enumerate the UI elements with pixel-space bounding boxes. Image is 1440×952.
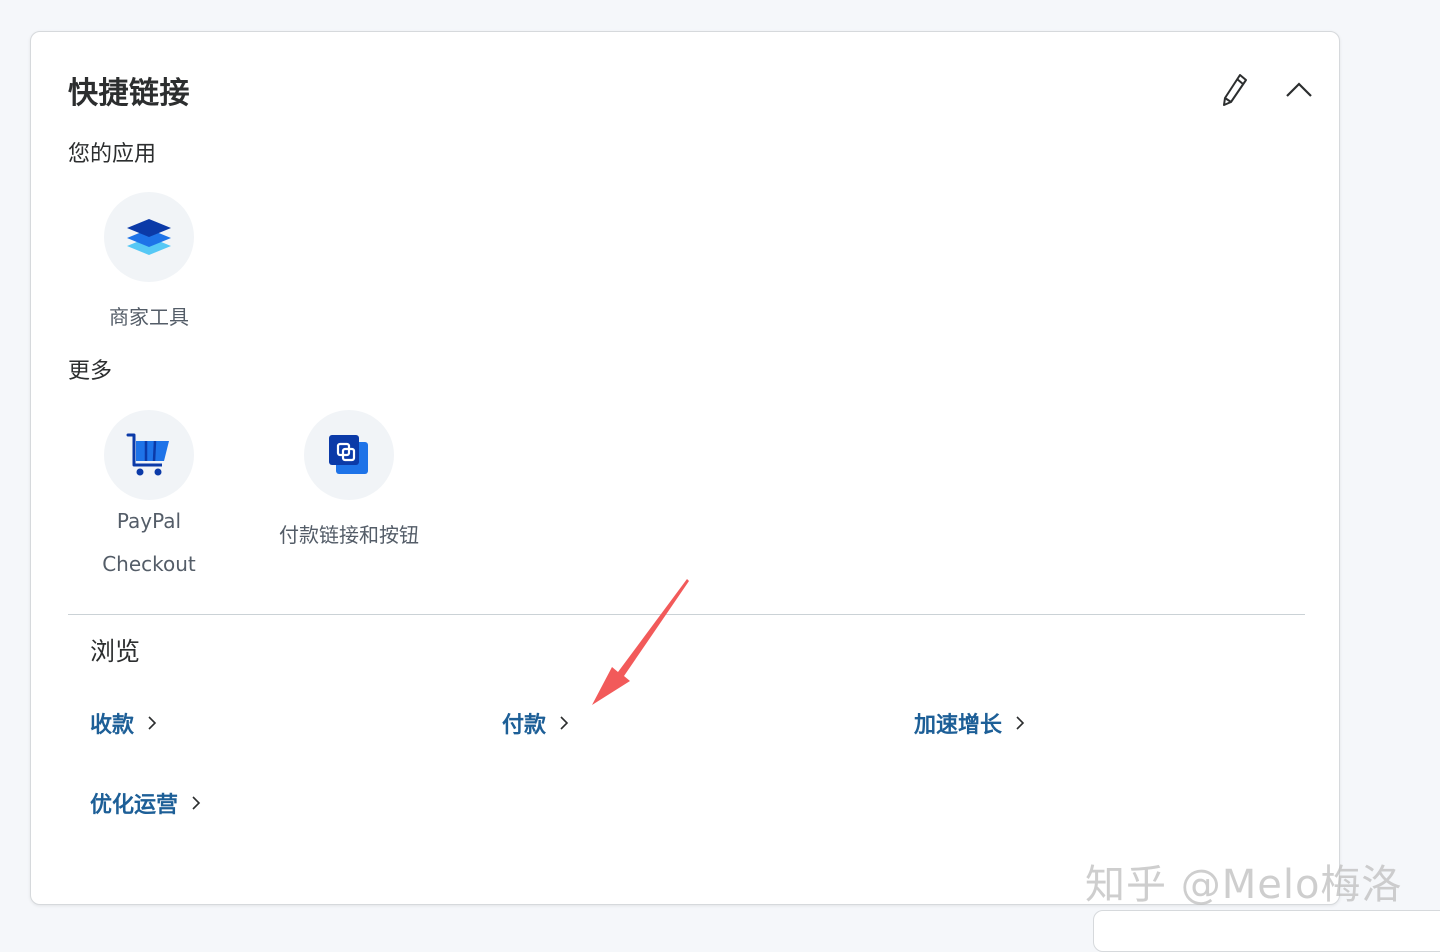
browse-label: 浏览 [90,637,141,666]
app-icon-circle [304,410,394,500]
app-label: 商家工具 [109,305,189,329]
browse-link-make-payments[interactable]: 付款 [502,707,570,739]
layers-icon [127,219,171,255]
app-label: PayPal Checkout [102,500,196,586]
browse-link-optimize-operations[interactable]: 优化运营 [90,787,202,819]
browse-link-label: 加速增长 [914,713,1003,738]
app-icon-circle [104,410,194,500]
link-buttons-icon [329,435,368,474]
browse-link-label: 优化运营 [90,793,179,818]
browse-link-label: 付款 [502,713,547,738]
app-paypal-checkout[interactable]: PayPal Checkout [49,410,249,586]
collapse-button[interactable] [1283,72,1315,108]
app-payment-links-buttons[interactable]: 付款链接和按钮 [249,410,449,557]
section-divider [68,614,1305,615]
watermark: 知乎 @Melo梅洛 [1085,862,1403,908]
card-header-actions [1219,72,1315,108]
app-label-line1: PayPal [116,509,182,533]
app-label: 付款链接和按钮 [279,523,419,547]
app-icon-circle [104,192,194,282]
more-label: 更多 [68,359,113,384]
chevron-right-icon [148,716,157,730]
cart-icon [126,433,169,476]
chevron-right-icon [560,716,569,730]
card-title: 快捷链接 [68,76,190,111]
chevron-right-icon [192,796,201,810]
chevron-right-icon [1016,716,1025,730]
pencil-icon [1223,74,1247,106]
browse-link-accelerate-growth[interactable]: 加速增长 [914,707,1026,739]
next-card-edge [1093,910,1440,952]
browse-link-receive-payments[interactable]: 收款 [90,707,158,739]
chevron-up-icon [1286,82,1312,97]
edit-button[interactable] [1219,72,1251,108]
app-merchant-tools[interactable]: 商家工具 [49,192,249,339]
your-apps-label: 您的应用 [68,142,157,167]
app-label-line2: Checkout [102,552,196,576]
browse-link-label: 收款 [90,713,135,738]
quick-links-card: 快捷链接 您的应用 商家工具 更多 PayPal Checkout 付款链接和按… [30,31,1340,905]
